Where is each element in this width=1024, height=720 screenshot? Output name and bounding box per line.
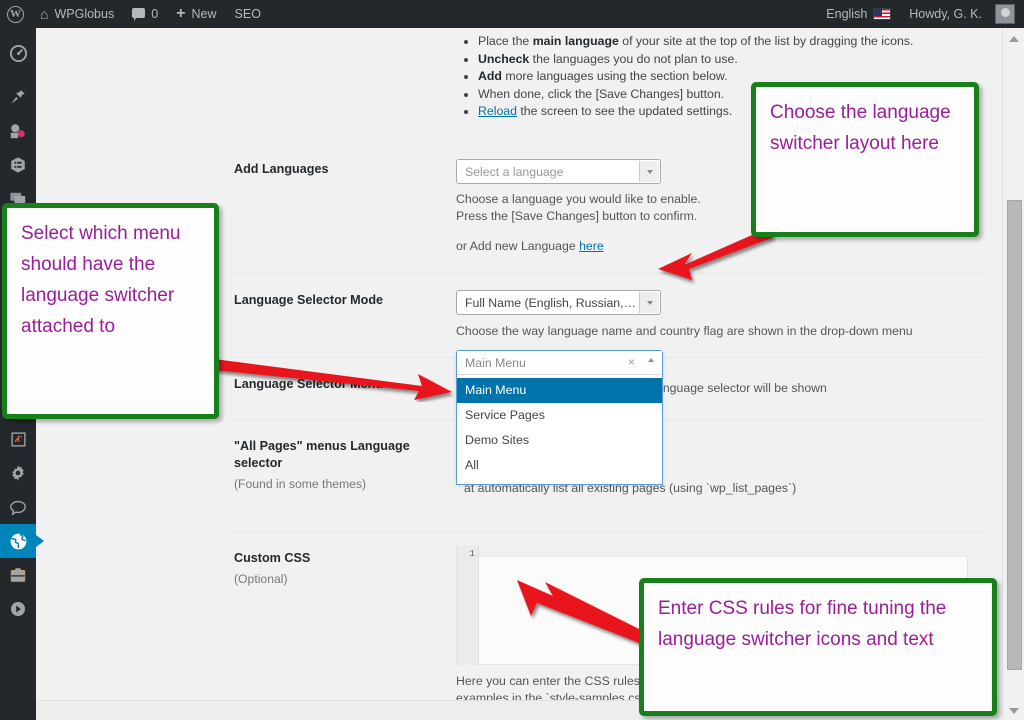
howdy-label: Howdy, G. K.: [909, 7, 982, 21]
globe-icon: [10, 532, 26, 549]
scroll-up-arrow-icon[interactable]: [1003, 28, 1024, 48]
pin-icon: [11, 90, 25, 104]
sidebar-item-settings[interactable]: [0, 456, 36, 490]
label-add-languages: Add Languages: [234, 162, 329, 176]
row-selector-menu: Language Selector Menu anguage selector …: [234, 350, 982, 485]
seo-menu[interactable]: SEO: [226, 0, 270, 28]
page-list-icon: [11, 157, 25, 173]
my-account-menu[interactable]: Howdy, G. K.: [900, 0, 1024, 28]
selector-menu-options: Main Menu Service Pages Demo Sites All: [457, 375, 662, 484]
chevron-up-icon[interactable]: [648, 358, 654, 362]
label-custom-css: Custom CSS (Optional): [234, 532, 456, 711]
sidebar-divider-1: [0, 70, 36, 80]
language-switcher-menu[interactable]: English: [817, 0, 900, 28]
comment-bubble-icon: [132, 8, 146, 21]
dropdown-option-all[interactable]: All: [457, 453, 662, 478]
selector-mode-value: Full Name (English, Russian, It...: [465, 295, 637, 310]
plugin-icon: [10, 431, 26, 447]
dashboard-gauge-icon: [9, 44, 27, 62]
toolbox-icon: [10, 568, 26, 582]
editor-line-number: 1: [469, 548, 475, 559]
speech-heart-icon: [10, 500, 26, 516]
gear-icon: [12, 465, 24, 481]
field-selector-mode: Full Name (English, Russian, It... Choos…: [456, 274, 982, 358]
label-selector-menu: Language Selector Menu: [234, 377, 384, 391]
screen-root: W ⌂ WPGlobus 0 + New SEO English Howdy, …: [0, 0, 1024, 720]
add-language-select[interactable]: Select a language: [456, 159, 661, 184]
admin-bar: W ⌂ WPGlobus 0 + New SEO English Howdy, …: [0, 0, 1024, 28]
sidebar-item-wpglobus[interactable]: [0, 524, 44, 558]
sidebar-item-backup[interactable]: [0, 558, 36, 592]
add-language-select-value: Select a language: [465, 165, 564, 179]
sidebar-item-media[interactable]: [0, 114, 36, 148]
row-selector-mode: Language Selector Mode Full Name (Englis…: [234, 272, 982, 358]
label-all-pages: "All Pages" menus Language selector (Fou…: [234, 420, 456, 531]
annotation-callout-css: Enter CSS rules for fine tuning the lang…: [639, 578, 997, 716]
custom-css-sub-label: (Optional): [234, 572, 288, 586]
dropdown-option-service-pages[interactable]: Service Pages: [457, 403, 662, 428]
selector-menu-dropdown-header[interactable]: Main Menu ×: [457, 351, 662, 375]
avatar-icon: [995, 4, 1015, 24]
plus-icon: +: [176, 5, 186, 22]
sidebar-item-posts[interactable]: [0, 80, 36, 114]
dropdown-option-main-menu[interactable]: Main Menu: [457, 378, 662, 403]
home-icon: ⌂: [40, 6, 49, 22]
selector-menu-selected-value: Main Menu: [465, 356, 526, 370]
editor-line-gutter: 1: [457, 545, 479, 665]
scroll-down-arrow-icon[interactable]: [1003, 700, 1024, 720]
new-label: New: [191, 7, 217, 21]
add-new-language-link[interactable]: here: [579, 239, 604, 253]
scrollbar-thumb[interactable]: [1007, 200, 1022, 670]
chevron-down-icon[interactable]: [639, 161, 659, 182]
selector-mode-description: Choose the way language name and country…: [456, 323, 913, 338]
wordpress-logo-icon: W: [7, 5, 24, 23]
label-selector-mode: Language Selector Mode: [234, 292, 384, 307]
all-pages-sub-label: (Found in some themes): [234, 477, 367, 491]
sidebar-item-pages[interactable]: [0, 148, 36, 182]
vertical-scrollbar[interactable]: [1002, 28, 1024, 720]
admin-bar-right: English Howdy, G. K.: [817, 0, 1024, 28]
new-content-menu[interactable]: + New: [167, 0, 225, 28]
chevron-down-icon[interactable]: [639, 291, 659, 313]
comments-menu[interactable]: 0: [123, 0, 167, 28]
play-circle-icon: [10, 601, 26, 617]
media-camera-icon: [10, 124, 25, 139]
sidebar-item-media-player[interactable]: [0, 592, 36, 626]
editor-top-bar: [457, 545, 969, 557]
wordpress-logo-menu[interactable]: W: [0, 0, 31, 28]
site-name-label: WPGlobus: [54, 7, 115, 21]
add-new-language-line: or Add new Language here: [456, 239, 604, 253]
annotation-callout-mode: Choose the language switcher layout here: [751, 82, 979, 237]
list-item: Place the main language of your site at …: [478, 33, 980, 50]
dropdown-option-demo-sites[interactable]: Demo Sites: [457, 428, 662, 453]
selector-mode-select[interactable]: Full Name (English, Russian, It...: [456, 289, 661, 315]
selector-menu-dropdown[interactable]: Main Menu × Main Menu Service Pages Demo…: [456, 350, 663, 485]
list-item: Uncheck the languages you do not plan to…: [478, 51, 980, 68]
seo-label: SEO: [234, 7, 261, 21]
current-language-label: English: [826, 7, 868, 21]
annotation-callout-menu: Select which menu should have the langua…: [2, 203, 219, 419]
us-flag-icon: [873, 8, 892, 20]
sidebar-item-dashboard[interactable]: [0, 36, 36, 70]
sidebar-item-plugins[interactable]: [0, 422, 36, 456]
comments-count: 0: [151, 7, 159, 21]
sidebar-item-support[interactable]: [0, 490, 36, 524]
selector-menu-description: anguage selector will be shown: [656, 381, 827, 395]
site-name-menu[interactable]: ⌂ WPGlobus: [31, 0, 123, 28]
clear-x-icon[interactable]: ×: [628, 354, 635, 371]
field-selector-menu: anguage selector will be shown Main Menu…: [456, 350, 982, 485]
reload-link[interactable]: Reload: [478, 104, 517, 118]
